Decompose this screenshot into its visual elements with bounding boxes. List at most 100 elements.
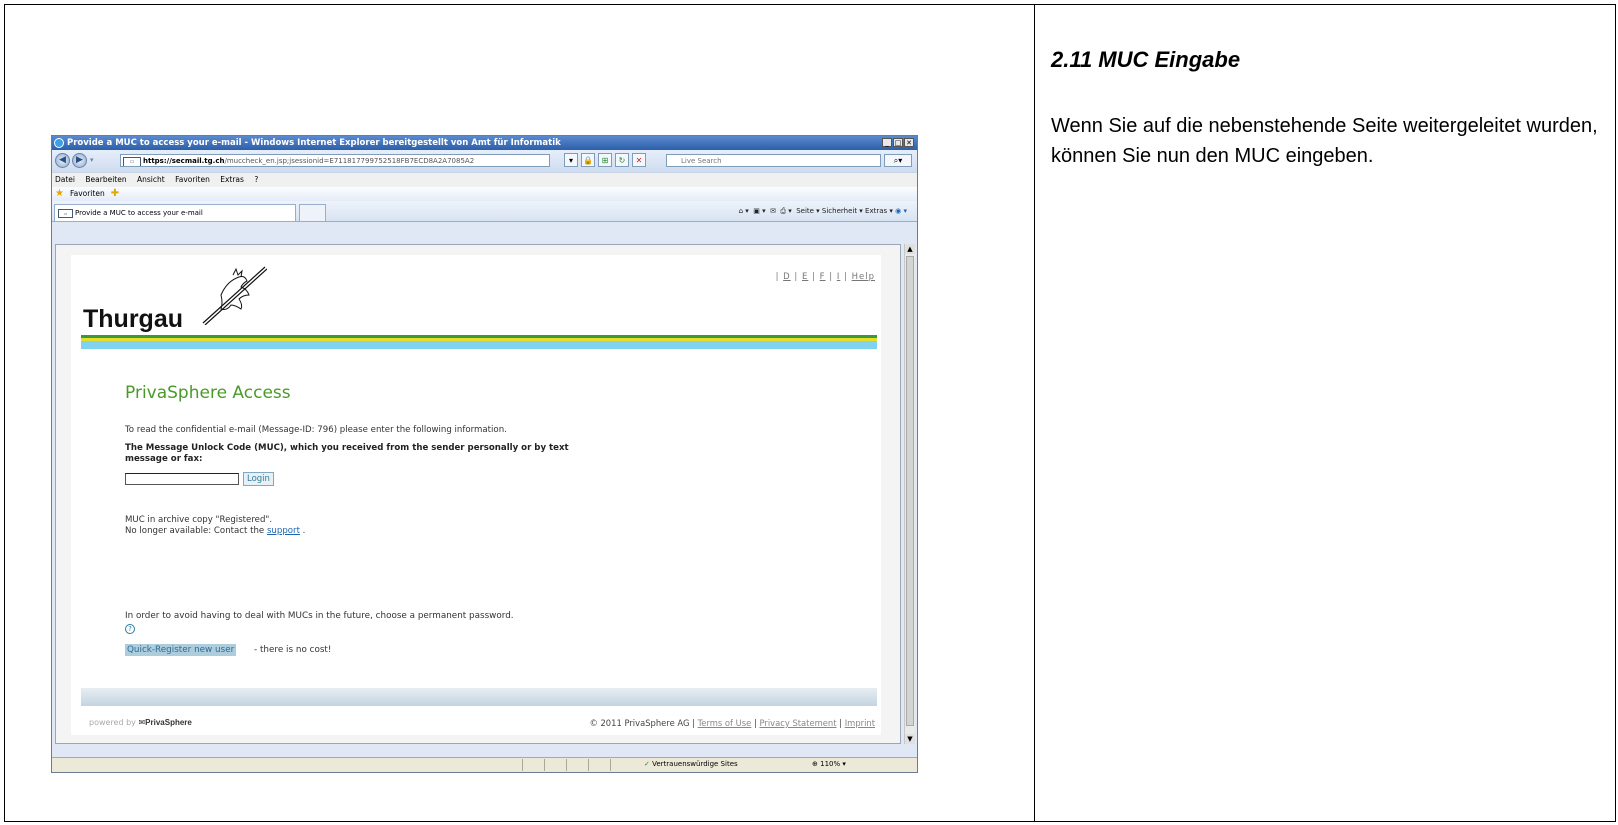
close-icon[interactable]: ✕ [904,138,914,147]
status-segment [566,759,587,771]
terms-link[interactable]: Terms of Use [698,718,752,728]
browser-viewport: | D | E | F | I | Help Thurgau PrivaSphe… [55,244,901,744]
intro-text: To read the confidential e-mail (Message… [125,425,507,435]
lang-link-d[interactable]: D [783,272,791,282]
privasphere-brand: PrivaSphere [145,718,192,727]
footer-band [81,688,877,706]
scroll-up-icon[interactable]: ▲ [905,244,915,254]
section-body: Wenn Sie auf die nebenstehende Seite wei… [1051,115,1598,167]
table-divider [1034,5,1035,821]
address-field[interactable]: ▭ https://secmail.tg.ch/muccheck_en.jsp;… [120,154,550,167]
status-segment [522,759,543,771]
forward-icon[interactable]: ▶ [72,153,87,168]
support-link[interactable]: support [267,526,300,536]
no-cost-text: - there is no cost! [254,645,332,655]
feeds-icon[interactable]: ▣ ▾ [753,207,765,215]
window-controls: _ □ ✕ [882,138,914,147]
maximize-icon[interactable]: □ [893,138,903,147]
status-segment [544,759,565,771]
menu-item-help[interactable]: ? [254,175,258,184]
lang-link-f[interactable]: F [820,272,826,282]
live-search-input[interactable]: Live Search [666,154,881,167]
browser-screenshot: Provide a MUC to access your e-mail - Wi… [51,135,918,773]
zoom-icon: ⊕ [812,760,818,768]
menu-bar: Datei Bearbeiten Ansicht Favoriten Extra… [52,172,917,187]
zoom-control[interactable]: ⊕ 110% ▾ [812,758,846,771]
privacy-link[interactable]: Privacy Statement [759,718,836,728]
new-tab-button[interactable] [299,204,326,221]
archive-line-2: No longer available: Contact the support… [125,526,305,537]
tab-bar: ▭ Provide a MUC to access your e-mail ⌂ … [52,201,917,222]
language-links: | D | E | F | I | Help [775,272,875,282]
muc-label: The Message Unlock Code (MUC), which you… [125,443,569,464]
quick-register-button[interactable]: Quick-Register new user [125,644,237,656]
menu-item-extras[interactable]: Extras [220,175,244,184]
refresh-icon[interactable]: ↻ [615,153,629,167]
archive-line-2-suffix: . [299,526,306,536]
status-bar: ✓ Vertrauenswürdige Sites ⊕ 110% ▾ [52,757,917,772]
powered-by: powered by ✉PrivaSphere [89,718,192,727]
history-dropdown-icon[interactable]: ▾ [90,156,94,164]
document-table: Provide a MUC to access your e-mail - Wi… [4,4,1616,822]
trusted-zone[interactable]: ✓ Vertrauenswürdige Sites [644,758,738,771]
login-button[interactable]: Login [243,472,274,486]
address-bar-row: ◀ ▶ ▾ ▭ https://secmail.tg.ch/muccheck_e… [52,150,917,172]
imprint-link[interactable]: Imprint [845,718,875,728]
command-bar: ⌂ ▾ ▣ ▾ ✉ ⎙ ▾ Seite ▾ Sicherheit ▾ Extra… [739,205,907,217]
help-icon[interactable]: ◉ ▾ [895,207,907,215]
add-favorite-icon[interactable]: ✚ [111,187,119,201]
url-host: https://secmail.tg.ch [143,157,225,165]
favorites-label[interactable]: Favoriten [70,187,105,201]
menu-item-bearbeiten[interactable]: Bearbeiten [85,175,126,184]
copyright-text: © 2011 PrivaSphere AG [589,718,690,728]
search-icon[interactable]: ⌕▾ [884,154,912,167]
search-placeholder: Live Search [681,157,722,165]
stripe-cyan [81,341,877,349]
section-heading: 2.11 MUC Eingabe [1051,47,1241,72]
favorites-star-icon[interactable]: ★ [55,187,64,201]
home-icon[interactable]: ⌂ ▾ [739,207,749,215]
instruction-column: 2.11 MUC Eingabe Wenn Sie auf die nebens… [1051,47,1611,171]
url-path: /muccheck_en.jsp;jsessionid=E71181779975… [224,157,475,165]
stop-icon[interactable]: ✕ [632,153,646,167]
tab-site-icon: ▭ [58,209,73,218]
lock-icon[interactable]: 🔒 [581,153,595,167]
lang-link-e[interactable]: E [802,272,808,282]
archive-line-2-prefix: No longer available: Contact the [125,526,265,536]
header-stripes [81,335,877,349]
command-menus[interactable]: Seite ▾ Sicherheit ▾ Extras ▾ [796,207,893,215]
favorites-bar: ★ Favoriten ✚ [52,187,917,201]
browser-title-bar: Provide a MUC to access your e-mail - Wi… [52,136,917,150]
thurgau-logo-text: Thurgau [83,305,183,333]
vertical-scrollbar[interactable]: ▲ ▼ [904,244,915,744]
menu-item-ansicht[interactable]: Ansicht [137,175,165,184]
compatibility-icon[interactable]: ⊞ [598,153,612,167]
minimize-icon[interactable]: _ [882,138,892,147]
mail-icon[interactable]: ✉ [770,207,776,215]
menu-item-datei[interactable]: Datei [55,175,75,184]
help-link[interactable]: Help [852,272,875,282]
thurgau-lion-logo [202,266,267,325]
scroll-thumb[interactable] [906,256,914,726]
page-title: PrivaSphere Access [125,383,291,403]
dropdown-icon[interactable]: ▾ [564,153,578,167]
site-icon: ▭ [123,157,141,166]
tab-title: Provide a MUC to access your e-mail [75,209,203,217]
back-icon[interactable]: ◀ [55,153,70,168]
footer-links: © 2011 PrivaSphere AG | Terms of Use | P… [589,718,875,728]
future-password-text: In order to avoid having to deal with MU… [125,611,514,621]
muc-input[interactable] [125,473,239,485]
powered-prefix: powered by [89,718,136,727]
tab-muc[interactable]: ▭ Provide a MUC to access your e-mail [54,204,296,221]
scroll-down-icon[interactable]: ▼ [905,734,915,744]
question-help-icon[interactable]: ? [125,624,135,634]
ie-logo-icon [54,138,64,148]
lang-link-i[interactable]: I [837,272,841,282]
status-segment [610,759,631,771]
menu-item-favoriten[interactable]: Favoriten [175,175,210,184]
print-icon[interactable]: ⎙ ▾ [780,207,791,215]
trusted-zone-label: Vertrauenswürdige Sites [652,760,738,768]
zoom-level: 110% [820,760,841,768]
browser-title: Provide a MUC to access your e-mail - Wi… [67,138,561,148]
web-page: | D | E | F | I | Help Thurgau PrivaSphe… [71,255,881,735]
